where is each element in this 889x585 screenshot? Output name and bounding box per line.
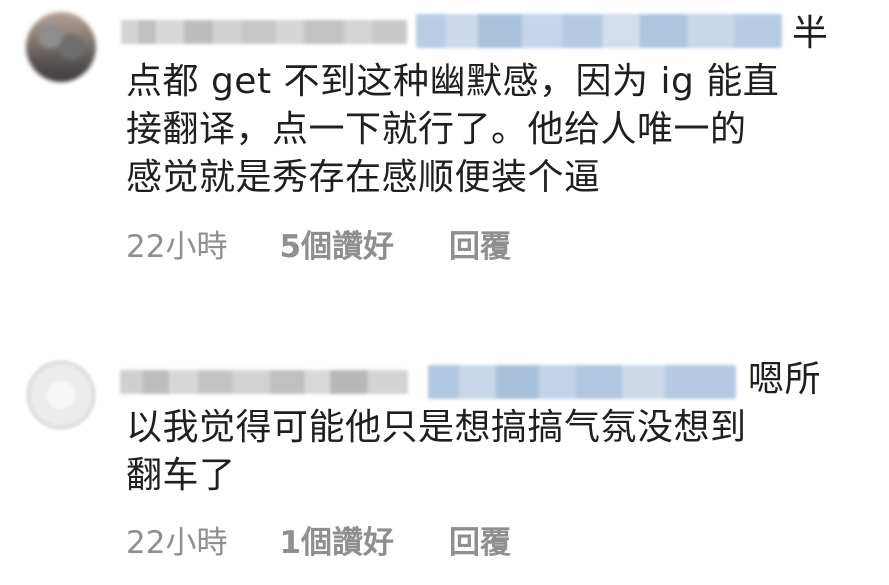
avatar[interactable] bbox=[26, 12, 96, 82]
mention-redacted[interactable] bbox=[428, 365, 736, 399]
comment-text-line: 点都 get 不到这种幽默感，因为 ig 能直 bbox=[126, 61, 780, 102]
comment-text-line: 翻车了 bbox=[126, 455, 236, 496]
comment-meta-row: 22小時 5個讚好 回覆 bbox=[126, 227, 511, 267]
comment-text-line: 以我觉得可能他只是想搞搞气氛没想到 bbox=[126, 407, 747, 448]
comment-text-line: 接翻译，点一下就行了。他给人唯一的 bbox=[126, 109, 747, 150]
username-redacted[interactable] bbox=[121, 20, 407, 44]
mention-redacted[interactable] bbox=[416, 14, 782, 48]
avatar[interactable] bbox=[26, 360, 96, 430]
likes-count-link[interactable]: 5個讚好 bbox=[279, 227, 394, 267]
comment-time: 22小時 bbox=[126, 525, 228, 561]
comment-text-line: 感觉就是秀存在感顺便装个逼 bbox=[126, 157, 601, 198]
reply-button[interactable]: 回覆 bbox=[449, 227, 511, 267]
comment-text-line: 半 bbox=[792, 13, 829, 54]
comment-meta-row: 22小時 1個讚好 回覆 bbox=[126, 523, 511, 563]
reply-button[interactable]: 回覆 bbox=[449, 523, 511, 563]
likes-count-link[interactable]: 1個讚好 bbox=[279, 523, 394, 563]
comment-text-line: 嗯所 bbox=[748, 359, 822, 400]
comment-time: 22小時 bbox=[126, 229, 228, 265]
username-redacted[interactable] bbox=[120, 370, 408, 394]
